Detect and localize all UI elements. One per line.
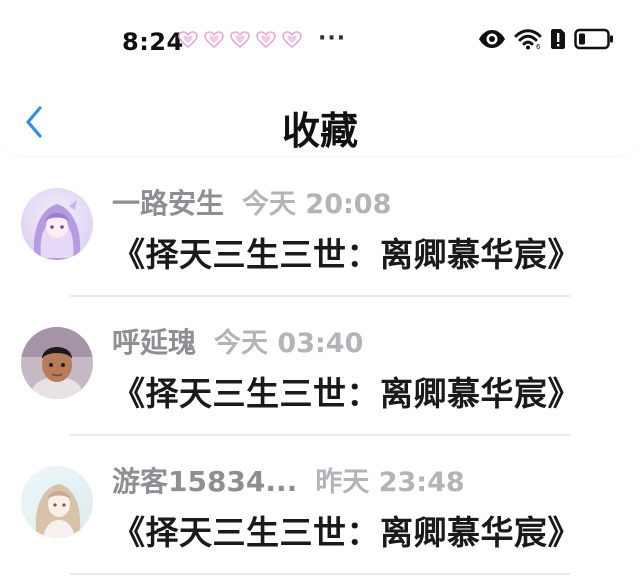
avatar[interactable] bbox=[21, 466, 93, 538]
item-meta: 呼延瑰 今天 03:40 bbox=[112, 321, 363, 361]
book-title[interactable]: 《择天三生三世：离卿慕华宸》 bbox=[112, 228, 581, 276]
list-item[interactable]: 一路安生 今天 20:08 《择天三生三世：离卿慕华宸》 bbox=[0, 158, 640, 297]
page-header: 收藏 bbox=[0, 80, 640, 156]
item-meta: 一路安生 今天 20:08 bbox=[112, 182, 391, 222]
book-title[interactable]: 《择天三生三世：离卿慕华宸》 bbox=[112, 506, 581, 554]
heart-icon bbox=[178, 31, 198, 49]
wifi-icon: 6 bbox=[514, 28, 542, 54]
heart-icon bbox=[230, 31, 250, 49]
timestamp: 昨天 23:48 bbox=[315, 467, 465, 498]
favorites-list: 一路安生 今天 20:08 《择天三生三世：离卿慕华宸》 呼延瑰 今天 03:4… bbox=[0, 158, 640, 575]
status-icons: 6 bbox=[478, 28, 614, 54]
favorites-screen: 8:24 ··· 6 收藏 一路安生 今天 20:08 《择天三生三世：离卿慕华… bbox=[0, 0, 640, 577]
status-time: 8:24 bbox=[122, 28, 184, 56]
eye-icon bbox=[478, 29, 506, 53]
heart-icon bbox=[282, 31, 302, 49]
timestamp: 今天 03:40 bbox=[214, 328, 364, 359]
avatar[interactable] bbox=[21, 327, 93, 399]
username[interactable]: 一路安生 bbox=[112, 182, 224, 222]
divider bbox=[70, 573, 570, 575]
list-item[interactable]: 游客15834... 昨天 23:48 《择天三生三世：离卿慕华宸》 bbox=[0, 436, 640, 575]
status-bar: 8:24 ··· 6 bbox=[0, 0, 640, 80]
username[interactable]: 游客15834... bbox=[112, 460, 297, 500]
notification-icons bbox=[178, 31, 302, 49]
book-title[interactable]: 《择天三生三世：离卿慕华宸》 bbox=[112, 367, 581, 415]
item-meta: 游客15834... 昨天 23:48 bbox=[112, 460, 465, 500]
more-notifications-icon: ··· bbox=[318, 26, 347, 51]
battery-icon bbox=[574, 28, 614, 54]
list-item[interactable]: 呼延瑰 今天 03:40 《择天三生三世：离卿慕华宸》 bbox=[0, 297, 640, 436]
heart-icon bbox=[204, 31, 224, 49]
sim-alert-icon bbox=[550, 28, 566, 54]
heart-icon bbox=[256, 31, 276, 49]
username[interactable]: 呼延瑰 bbox=[112, 321, 196, 361]
page-title: 收藏 bbox=[281, 109, 358, 153]
avatar[interactable] bbox=[21, 188, 93, 260]
timestamp: 今天 20:08 bbox=[242, 189, 392, 220]
svg-text:6: 6 bbox=[536, 43, 541, 50]
